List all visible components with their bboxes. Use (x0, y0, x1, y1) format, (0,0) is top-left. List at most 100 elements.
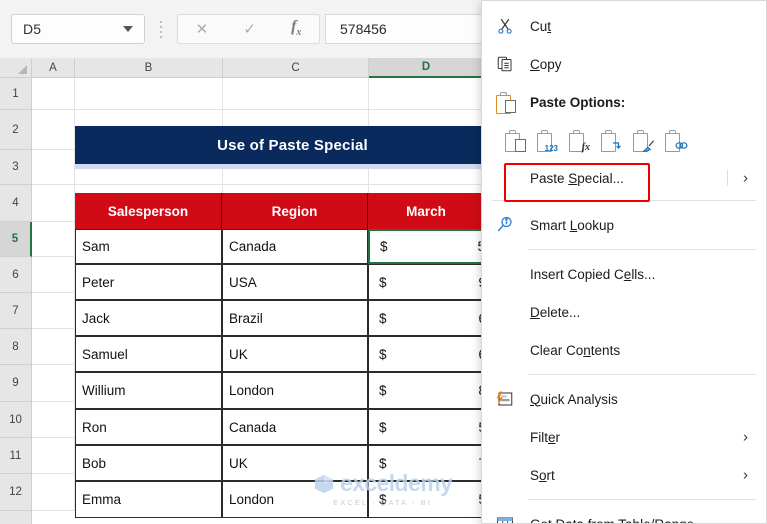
menu-item-smart-lookup[interactable]: Smart Lookup (482, 206, 766, 244)
currency-symbol: $ (379, 383, 387, 398)
row-header-column: 1 2 3 4 5 6 7 8 9 10 11 12 (0, 78, 32, 524)
cell-b9[interactable]: Willium (75, 372, 222, 409)
menu-item-delete[interactable]: Delete... (482, 293, 766, 331)
menu-item-paste-special[interactable]: Paste Special... › (482, 161, 766, 195)
row-header-4[interactable]: 4 (0, 185, 32, 222)
menu-item-copy[interactable]: Copy (482, 45, 766, 83)
cell-b6[interactable]: Peter (75, 264, 222, 300)
grid-cell[interactable] (32, 110, 75, 149)
row-header-7[interactable]: 7 (0, 293, 32, 329)
cell-c10[interactable]: Canada (222, 409, 368, 445)
menu-item-get-data[interactable]: Get Data from Table/Range... (482, 505, 766, 523)
row-header-3[interactable]: 3 (0, 150, 32, 185)
row-header-10[interactable]: 10 (0, 402, 32, 438)
check-icon[interactable]: ✓ (243, 22, 256, 37)
cell-b5[interactable]: Sam (75, 229, 222, 264)
grid-cell[interactable] (32, 365, 75, 401)
chevron-right-icon[interactable]: › (743, 170, 748, 187)
row-header-12[interactable]: 12 (0, 474, 32, 511)
column-header-a[interactable]: A (32, 58, 75, 78)
context-menu: Cut Copy Paste Options: 123 fx Paste Spe… (481, 0, 767, 524)
grid-cell[interactable] (32, 293, 75, 328)
paste-values-icon[interactable]: 123 (537, 130, 558, 153)
paste-transpose-icon[interactable] (601, 130, 621, 152)
fx-insert-function-icon[interactable]: fx (291, 19, 301, 38)
cell-c12[interactable]: London (222, 481, 368, 518)
menu-item-label: Cut (530, 18, 552, 34)
grid-cell[interactable] (32, 438, 75, 473)
grid-cell[interactable] (223, 78, 369, 109)
cell-c9[interactable]: London (222, 372, 368, 409)
row-header-13[interactable] (0, 511, 32, 524)
menu-item-quick-analysis[interactable]: Quick Analysis (482, 380, 766, 418)
magnifier-info-icon (496, 216, 530, 234)
grid-cell[interactable] (32, 185, 75, 221)
chevron-right-icon[interactable]: › (743, 429, 748, 446)
copy-pages-icon (496, 55, 530, 73)
row-header-11[interactable]: 11 (0, 438, 32, 474)
cell-b11[interactable]: Bob (75, 445, 222, 481)
name-box[interactable]: D5 (11, 14, 145, 44)
formula-bar-grip[interactable] (150, 20, 172, 38)
row-header-1[interactable]: 1 (0, 78, 32, 110)
grip-dot (160, 35, 162, 38)
grid-cell[interactable] (32, 150, 75, 184)
menu-item-cut[interactable]: Cut (482, 7, 766, 45)
paste-formulas-icon[interactable]: fx (569, 130, 590, 153)
cell-text: Samuel (82, 346, 128, 362)
cell-text: Ron (82, 419, 107, 435)
paste-keep-source-formatting-icon[interactable] (505, 130, 526, 152)
formula-value: 578456 (340, 21, 387, 37)
menu-separator (528, 374, 756, 375)
paste-link-icon[interactable] (665, 130, 688, 152)
menu-item-filter[interactable]: Filter › (482, 418, 766, 456)
menu-item-label: Filter (530, 429, 561, 445)
chevron-right-icon[interactable]: › (743, 467, 748, 484)
grid-cell[interactable] (369, 78, 484, 109)
menu-separator (528, 499, 756, 500)
cell-text: Jack (82, 310, 110, 326)
column-header-b[interactable]: B (75, 58, 223, 78)
row-header-5[interactable]: 5 (0, 222, 32, 257)
cancel-x-icon[interactable]: ✕ (196, 22, 209, 37)
grid-cell[interactable] (32, 402, 75, 437)
grid-cell[interactable] (75, 78, 223, 109)
column-header-d[interactable]: D (369, 58, 484, 78)
menu-item-clear-contents[interactable]: Clear Contents (482, 331, 766, 369)
cell-c8[interactable]: UK (222, 336, 368, 372)
column-header-c[interactable]: C (223, 58, 369, 78)
menu-item-sort[interactable]: Sort › (482, 456, 766, 494)
cell-c5[interactable]: Canada (222, 229, 368, 264)
grid-cell[interactable] (32, 78, 75, 109)
grid-cell[interactable] (32, 329, 75, 364)
row-header-2[interactable]: 2 (0, 110, 32, 150)
menu-item-insert-copied-cells[interactable]: Insert Copied Cells... (482, 255, 766, 293)
title-banner[interactable]: Use of Paste Special (75, 126, 510, 169)
row-header-6[interactable]: 6 (0, 257, 32, 293)
cell-c11[interactable]: UK (222, 445, 368, 481)
scissors-icon (496, 17, 530, 35)
cell-c7[interactable]: Brazil (222, 300, 368, 336)
cell-b12[interactable]: Emma (75, 481, 222, 518)
row-header-8[interactable]: 8 (0, 329, 32, 365)
chevron-down-icon[interactable] (123, 26, 133, 32)
cell-b10[interactable]: Ron (75, 409, 222, 445)
cell-text: Canada (229, 419, 277, 435)
cell-c6[interactable]: USA (222, 264, 368, 300)
menu-item-label: Paste Special... (530, 170, 624, 186)
table-grid-icon (496, 515, 530, 523)
paste-formatting-icon[interactable] (633, 130, 655, 152)
menu-separator (492, 200, 756, 201)
row-header-9[interactable]: 9 (0, 365, 32, 402)
cell-b7[interactable]: Jack (75, 300, 222, 336)
grid-cell[interactable] (32, 474, 75, 510)
select-all-corner[interactable] (0, 58, 32, 78)
grid-cell[interactable] (32, 257, 75, 292)
cell-text: London (229, 492, 275, 507)
table-header-region[interactable]: Region (222, 193, 368, 229)
cell-b8[interactable]: Samuel (75, 336, 222, 372)
cell-text: Bob (82, 455, 107, 471)
clipboard-icon (496, 91, 530, 114)
grid-cell[interactable] (32, 222, 75, 256)
table-header-salesperson[interactable]: Salesperson (75, 193, 222, 229)
